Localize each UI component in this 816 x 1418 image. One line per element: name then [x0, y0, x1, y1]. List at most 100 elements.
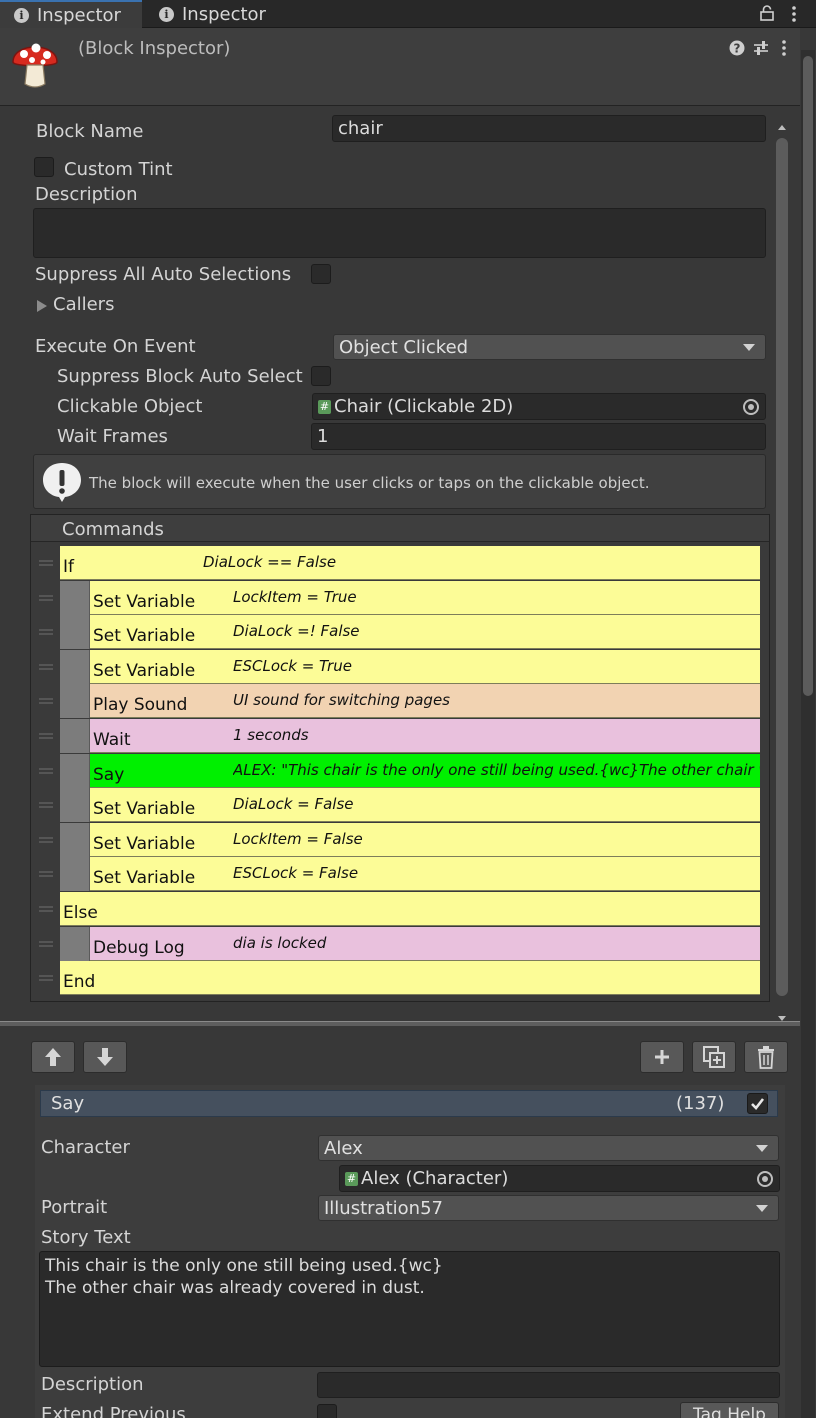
more-icon[interactable]: [780, 39, 788, 57]
callers-foldout[interactable]: Callers: [53, 294, 114, 315]
description-label: Description: [35, 184, 138, 205]
execute-on-event-label: Execute On Event: [35, 336, 196, 357]
indent-marker: [60, 754, 90, 788]
command-name: Set Variable: [93, 626, 196, 646]
say-description-field[interactable]: [317, 1372, 780, 1398]
command-row[interactable]: Play Sound UI sound for switching pages: [60, 684, 760, 718]
command-row[interactable]: End: [60, 961, 760, 995]
command-row[interactable]: If DiaLock == False: [60, 546, 760, 580]
outer-scrollbar[interactable]: [801, 50, 815, 1418]
tab-inspector-2[interactable]: i Inspector: [145, 0, 295, 28]
inspector-header: (Block Inspector) ?: [0, 28, 800, 106]
extend-previous-label: Extend Previous: [41, 1404, 186, 1418]
drag-handle-icon[interactable]: [39, 975, 53, 981]
command-name: Set Variable: [93, 799, 196, 819]
indent-marker: [60, 684, 90, 718]
command-row[interactable]: Wait 1 seconds: [60, 719, 760, 753]
lock-icon[interactable]: [760, 5, 774, 21]
scroll-down-icon[interactable]: [776, 1008, 788, 1021]
tab-label: Inspector: [37, 4, 121, 26]
wait-frames-field[interactable]: 1: [311, 423, 766, 450]
drag-handle-icon[interactable]: [39, 733, 53, 739]
drag-handle-icon[interactable]: [39, 629, 53, 635]
command-row[interactable]: Else: [60, 892, 760, 926]
add-command-button[interactable]: [640, 1041, 684, 1073]
delete-command-button[interactable]: [744, 1041, 788, 1073]
drag-handle-icon[interactable]: [39, 768, 53, 774]
story-text-label: Story Text: [41, 1227, 131, 1248]
clickable-object-field[interactable]: # Chair (Clickable 2D): [312, 393, 766, 420]
warning-bubble-icon: [41, 461, 83, 503]
command-summary: DiaLock == False: [203, 553, 337, 571]
character-object-field[interactable]: # Alex (Character): [339, 1165, 780, 1192]
story-text-area[interactable]: This chair is the only one still being u…: [39, 1251, 780, 1367]
arrow-up-icon: [45, 1048, 61, 1066]
description-field[interactable]: [33, 208, 766, 258]
command-summary: LockItem = False: [233, 830, 363, 848]
indent-marker: [60, 788, 90, 822]
block-scrollbar-thumb[interactable]: [776, 138, 788, 996]
character-dropdown[interactable]: Alex: [318, 1135, 779, 1161]
help-icon[interactable]: ?: [729, 40, 745, 56]
commands-header: Commands: [31, 515, 769, 542]
block-name-field[interactable]: chair: [332, 115, 766, 142]
tab-bar: i Inspector i Inspector: [0, 0, 816, 28]
indent-marker: [60, 650, 90, 684]
mushroom-icon: [10, 34, 60, 90]
command-row[interactable]: Set Variable ESCLock = True: [60, 650, 760, 684]
clickable-object-label: Clickable Object: [57, 396, 203, 417]
settings-sliders-icon[interactable]: [753, 40, 769, 56]
command-name: Set Variable: [93, 868, 196, 888]
more-icon[interactable]: [790, 5, 798, 23]
move-down-button[interactable]: [83, 1041, 127, 1073]
plus-icon: [655, 1050, 669, 1064]
execute-on-event-dropdown[interactable]: Object Clicked: [333, 334, 766, 360]
help-box: The block will execute when the user cli…: [33, 454, 766, 509]
command-row[interactable]: Set Variable ESCLock = False: [60, 857, 760, 891]
portrait-dropdown[interactable]: Illustration57: [318, 1195, 779, 1221]
object-picker-icon[interactable]: [743, 398, 759, 415]
portrait-value: Illustration57: [324, 1197, 443, 1219]
enabled-checkbox[interactable]: [747, 1093, 768, 1114]
foldout-arrow-icon[interactable]: [36, 297, 48, 312]
scroll-up-icon[interactable]: [776, 118, 788, 130]
command-row[interactable]: Debug Log dia is locked: [60, 927, 760, 961]
extend-previous-checkbox[interactable]: [317, 1404, 337, 1418]
tab-inspector-1[interactable]: i Inspector: [0, 0, 142, 28]
command-summary: DiaLock = False: [233, 795, 354, 813]
drag-handle-icon[interactable]: [39, 871, 53, 877]
object-picker-icon[interactable]: [757, 1170, 773, 1187]
suppress-block-checkbox[interactable]: [311, 366, 331, 386]
drag-handle-icon[interactable]: [39, 941, 53, 947]
drag-handle-icon[interactable]: [39, 802, 53, 808]
character-value: Alex: [324, 1137, 363, 1159]
block-scrollbar[interactable]: [776, 118, 788, 1022]
outer-scrollbar-thumb[interactable]: [803, 56, 813, 696]
drag-handle-icon[interactable]: [39, 698, 53, 704]
indent-marker: [60, 927, 90, 961]
tag-help-button[interactable]: Tag Help: [680, 1402, 779, 1418]
command-row[interactable]: Say ALEX: "This chair is the only one sti…: [60, 754, 760, 788]
trash-icon: [758, 1046, 774, 1069]
block-name-label: Block Name: [36, 121, 144, 142]
svg-text:?: ?: [734, 42, 741, 56]
command-row[interactable]: Set Variable LockItem = True: [60, 581, 760, 615]
command-row[interactable]: Set Variable DiaLock =! False: [60, 615, 760, 649]
suppress-all-checkbox[interactable]: [311, 264, 331, 284]
splitter[interactable]: [0, 1021, 800, 1026]
drag-handle-icon[interactable]: [39, 595, 53, 601]
custom-tint-label: Custom Tint: [64, 159, 173, 180]
duplicate-command-button[interactable]: [692, 1041, 736, 1073]
story-text-line: This chair is the only one still being u…: [45, 1256, 443, 1276]
drag-handle-icon[interactable]: [39, 906, 53, 912]
info-icon: i: [159, 6, 174, 22]
move-up-button[interactable]: [31, 1041, 75, 1073]
drag-handle-icon[interactable]: [39, 664, 53, 670]
say-description-label: Description: [41, 1374, 144, 1395]
custom-tint-checkbox[interactable]: [34, 157, 54, 177]
command-row[interactable]: Set Variable DiaLock = False: [60, 788, 760, 822]
drag-handle-icon[interactable]: [39, 560, 53, 566]
command-row[interactable]: Set Variable LockItem = False: [60, 823, 760, 857]
command-name: Set Variable: [93, 661, 196, 681]
drag-handle-icon[interactable]: [39, 837, 53, 843]
